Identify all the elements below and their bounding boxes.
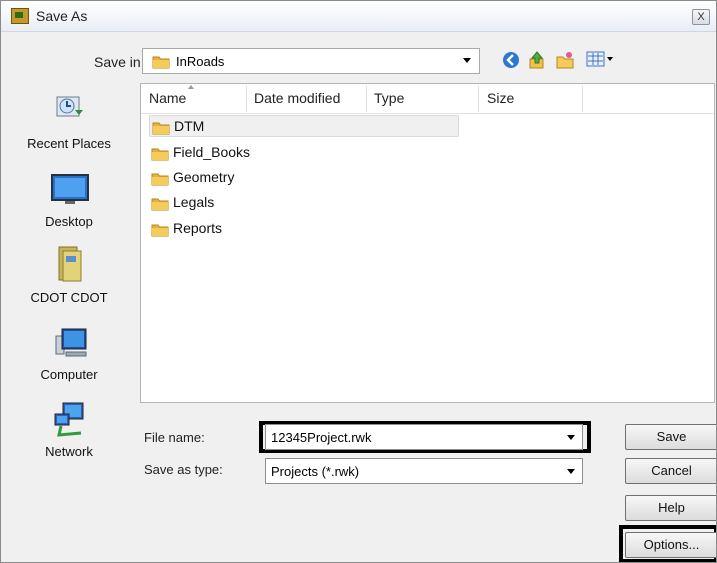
column-separator[interactable] [582, 86, 583, 112]
up-folder-icon[interactable] [527, 50, 547, 73]
save-as-dialog: Save As X Save in: InRoads Recent Places [0, 0, 717, 563]
folder-icon [151, 196, 169, 214]
list-item-geometry[interactable]: Geometry [149, 167, 459, 189]
file-name-text: Legals [173, 194, 215, 210]
sort-ascending-icon [188, 85, 194, 89]
column-type[interactable]: Type [374, 90, 404, 106]
file-list[interactable]: Name Date modified Type Size DTM Field_B… [140, 83, 715, 403]
folder-icon [152, 120, 170, 138]
views-menu-icon[interactable] [586, 50, 614, 71]
dialog-title: Save As [36, 8, 88, 24]
save-as-type-label: Save as type: [144, 462, 223, 477]
place-label: Desktop [45, 214, 93, 229]
folder-icon [151, 222, 169, 240]
back-icon[interactable] [501, 50, 521, 73]
column-date-modified[interactable]: Date modified [254, 90, 340, 106]
list-item-field-books[interactable]: Field_Books [149, 142, 459, 164]
list-item-dtm[interactable]: DTM [149, 115, 459, 137]
list-item-reports[interactable]: Reports [149, 218, 459, 240]
save-as-type-select[interactable]: Projects (*.rwk) [265, 458, 583, 484]
file-name-text: Geometry [173, 169, 235, 185]
save-in-label: Save in: [94, 54, 145, 70]
place-cdot-cdot[interactable]: CDOT CDOT [5, 244, 133, 320]
network-icon [53, 402, 89, 441]
save-in-value: InRoads [176, 54, 225, 69]
places-bar: Recent Places Desktop CDOT CDOT Computer… [5, 84, 133, 554]
place-label: Computer [40, 367, 98, 382]
place-desktop[interactable]: Desktop [5, 168, 133, 244]
help-button[interactable]: Help [625, 495, 716, 521]
recent-places-icon [53, 90, 85, 125]
chevron-down-icon [567, 469, 575, 474]
file-name-text: Reports [173, 220, 223, 236]
column-separator[interactable] [246, 86, 247, 112]
options-button[interactable]: Options... [625, 532, 716, 558]
chevron-down-icon[interactable] [567, 435, 575, 440]
folder-icon [151, 171, 169, 189]
place-network[interactable]: Network [5, 396, 133, 472]
desktop-icon [51, 173, 89, 210]
file-name-value: 12345Project.rwk [271, 430, 372, 445]
column-separator[interactable] [478, 86, 479, 112]
user-folder-icon [56, 244, 84, 287]
place-recent-places[interactable]: Recent Places [5, 84, 133, 168]
column-name[interactable]: Name [149, 90, 186, 106]
save-as-type-value: Projects (*.rwk) [271, 464, 360, 479]
place-computer[interactable]: Computer [5, 320, 133, 396]
new-folder-icon[interactable] [555, 50, 575, 73]
list-item-legals[interactable]: Legals [149, 192, 459, 214]
computer-icon [53, 326, 89, 363]
place-label: CDOT CDOT [30, 290, 108, 305]
file-name-text: Field_Books [173, 144, 251, 160]
file-name-text: DTM [174, 118, 205, 134]
place-label: Recent Places [27, 136, 111, 151]
column-separator[interactable] [366, 86, 367, 112]
save-in-dropdown[interactable]: InRoads [142, 48, 480, 74]
column-size[interactable]: Size [487, 90, 514, 106]
cancel-button[interactable]: Cancel [625, 458, 716, 484]
inroads-app-icon [11, 8, 29, 24]
title-bar[interactable]: Save As X [1, 1, 716, 32]
file-name-label: File name: [144, 430, 205, 445]
chevron-down-icon [463, 58, 471, 63]
file-list-header: Name Date modified Type Size [141, 84, 714, 114]
close-button[interactable]: X [692, 9, 710, 25]
save-button[interactable]: Save [625, 424, 716, 450]
folder-icon [152, 54, 170, 72]
place-label: Network [45, 444, 93, 459]
file-name-input[interactable]: 12345Project.rwk [265, 424, 583, 450]
folder-icon [151, 146, 169, 164]
